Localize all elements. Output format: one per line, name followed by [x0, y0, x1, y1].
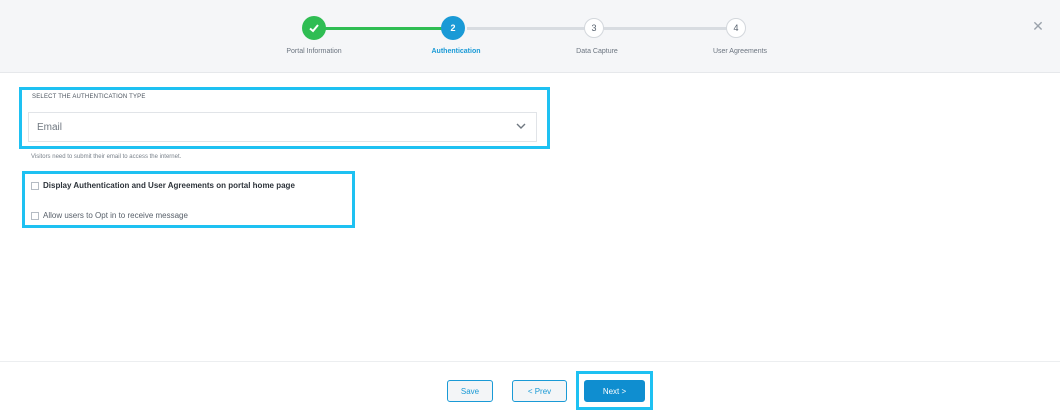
wizard-stepper: 2 3 4 Portal Information Authentication …	[0, 0, 1060, 72]
step-2-indicator[interactable]: 2	[441, 16, 465, 40]
prev-button[interactable]: < Prev	[512, 380, 567, 402]
step-3-label: Data Capture	[576, 48, 618, 55]
step-connector-3	[604, 27, 734, 30]
chevron-down-icon	[516, 123, 526, 129]
auth-type-select[interactable]: Email	[28, 112, 537, 142]
close-icon[interactable]: ✕	[1030, 18, 1046, 34]
display-auth-label: Display Authentication and User Agreemen…	[43, 181, 295, 190]
step-1-label: Portal Information	[286, 48, 342, 55]
step-3-number: 3	[591, 23, 597, 33]
step-3-indicator[interactable]: 3	[584, 18, 604, 38]
save-button[interactable]: Save	[447, 380, 493, 402]
step-1-complete-icon[interactable]	[302, 16, 326, 40]
display-auth-checkbox[interactable]	[31, 181, 39, 190]
step-4-number: 4	[733, 23, 739, 33]
opt-in-option[interactable]: Allow users to Opt in to receive message	[31, 211, 188, 220]
footer-divider	[0, 361, 1060, 362]
wizard-header: 2 3 4 Portal Information Authentication …	[0, 0, 1060, 73]
opt-in-label: Allow users to Opt in to receive message	[43, 211, 188, 220]
opt-in-checkbox[interactable]	[31, 211, 39, 220]
next-button[interactable]: Next >	[584, 380, 645, 402]
step-connector-2	[467, 27, 594, 30]
auth-type-label: SELECT THE AUTHENTICATION TYPE	[32, 94, 146, 100]
step-4-indicator[interactable]: 4	[726, 18, 746, 38]
step-4-label: User Agreements	[712, 48, 768, 55]
checkmark-icon	[309, 24, 319, 33]
auth-type-value: Email	[37, 122, 63, 133]
display-auth-option[interactable]: Display Authentication and User Agreemen…	[31, 181, 295, 190]
step-connector-1	[320, 27, 455, 30]
step-2-label: Authentication	[431, 48, 481, 55]
step-2-number: 2	[450, 23, 456, 33]
auth-type-hint: Visitors need to submit their email to a…	[31, 154, 182, 160]
